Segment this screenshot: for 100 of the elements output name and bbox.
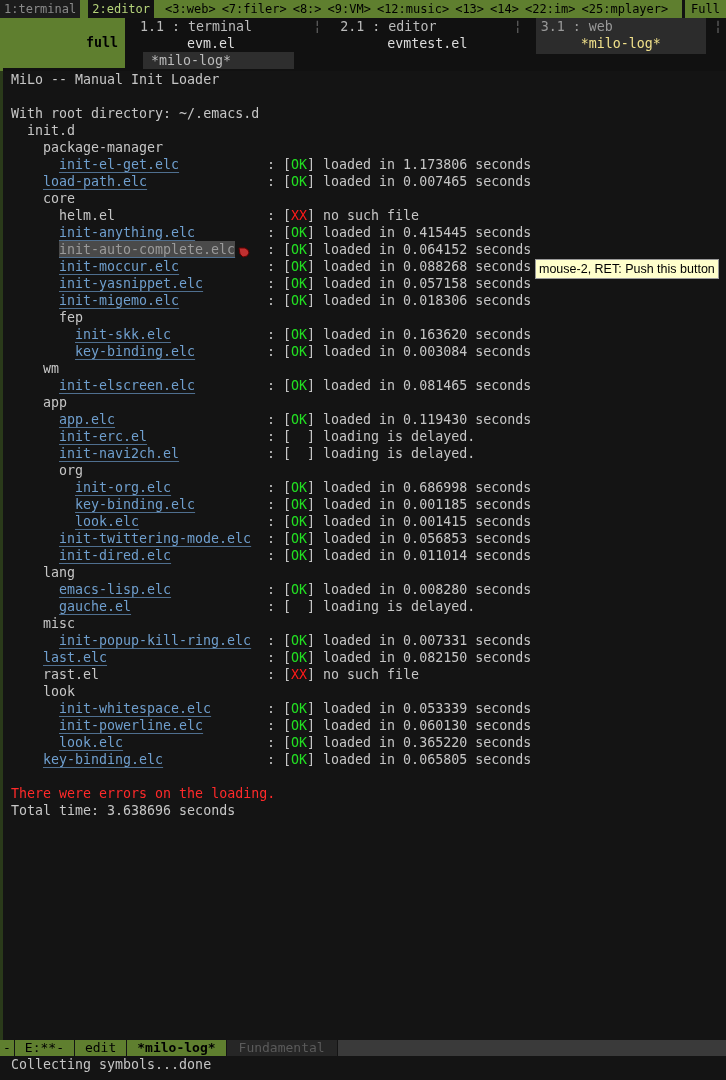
status-text: [OK] (283, 377, 316, 394)
separator-colon: : (267, 581, 275, 598)
status-message: loaded in 0.065805 seconds (323, 751, 532, 768)
file-link[interactable]: emacs-lisp.elc (59, 581, 172, 598)
status-message: loaded in 0.064152 seconds (323, 241, 532, 258)
status-message: loaded in 0.018306 seconds (323, 292, 532, 309)
status-text: [OK] (283, 632, 316, 649)
screen-tab[interactable]: <25:mplayer> (578, 0, 672, 18)
file-name: helm.el (59, 207, 116, 224)
root-directory-text: With root directory: ~/.emacs.d (11, 105, 261, 122)
status-text: [OK] (283, 496, 316, 513)
status-message: loaded in 0.001185 seconds (323, 496, 532, 513)
status-message: no such file (323, 666, 420, 683)
file-link[interactable]: init-yasnippet.elc (59, 275, 204, 292)
file-link[interactable]: init-anything.elc (59, 224, 196, 241)
status-text: [OK] (283, 173, 316, 190)
layout-label: Full (682, 0, 726, 18)
file-link[interactable]: load-path.elc (43, 173, 148, 190)
status-message: loading is delayed. (323, 445, 476, 462)
file-link[interactable]: last.elc (43, 649, 108, 666)
buffer-name[interactable]: evm.el (135, 35, 305, 52)
status-message: loaded in 0.686998 seconds (323, 479, 532, 496)
file-link[interactable]: init-navi2ch.el (59, 445, 180, 462)
separator-colon: : (267, 700, 275, 717)
status-text: [ ] (283, 428, 316, 445)
separator-colon: : (267, 275, 275, 292)
separator-colon: : (267, 530, 275, 547)
status-text: [OK] (283, 513, 316, 530)
screen-tab[interactable]: <7:filer> (218, 0, 290, 18)
directory-name: app (43, 394, 68, 411)
error-message: There were errors on the loading. (11, 785, 277, 802)
buffer-name[interactable]: *milo-log* (143, 52, 294, 69)
file-link[interactable]: look.elc (59, 734, 124, 751)
separator-colon: : (267, 479, 275, 496)
file-link[interactable]: init-migemo.elc (59, 292, 180, 309)
screen-tab[interactable]: <22:im> (522, 0, 579, 18)
status-message: loaded in 0.001415 seconds (323, 513, 532, 530)
screen-tab[interactable]: 2:editor (88, 0, 155, 18)
separator-colon: : (267, 598, 275, 615)
status-text: [OK] (283, 275, 316, 292)
separator-colon: : (267, 207, 275, 224)
status-text: [OK] (283, 751, 316, 768)
pane-separator: ¦ (313, 18, 322, 36)
directory-name: org (59, 462, 84, 479)
directory-name: init.d (27, 122, 76, 139)
status-message: loaded in 1.173806 seconds (323, 156, 532, 173)
file-link[interactable]: init-org.elc (75, 479, 172, 496)
screen-tab[interactable]: <13> (452, 0, 488, 18)
window-pane[interactable]: 2.1 : editor evmtest.el (335, 18, 506, 52)
total-time-text: Total time: 3.638696 seconds (11, 802, 237, 819)
header-text: MiLo -- Manual Init Loader (11, 71, 221, 88)
status-text: [OK] (283, 717, 316, 734)
screen-tab[interactable]: <14> (487, 0, 522, 18)
file-link[interactable]: init-moccur.elc (59, 258, 180, 275)
file-link[interactable]: init-elscreen.elc (59, 377, 196, 394)
separator-colon: : (267, 632, 275, 649)
screen-tab[interactable]: <3:web> (162, 0, 219, 18)
file-link[interactable]: init-el-get.elc (59, 156, 180, 173)
status-text: [OK] (283, 411, 316, 428)
status-message: loaded in 0.056853 seconds (323, 530, 532, 547)
screen-tab[interactable]: <9:VM> (324, 0, 374, 18)
mode-line-segment: E:**- (14, 1040, 75, 1056)
separator-colon: : (267, 241, 275, 258)
file-link[interactable]: init-erc.el (59, 428, 148, 445)
separator-colon: : (267, 547, 275, 564)
status-message: loading is delayed. (323, 428, 476, 445)
file-link[interactable]: key-binding.elc (43, 751, 164, 768)
window-pane[interactable]: 1.1 : terminal evm.el *milo-log* (135, 18, 305, 69)
screen-tab[interactable]: 1:terminal (0, 0, 81, 18)
file-link[interactable]: key-binding.elc (75, 496, 196, 513)
file-link[interactable]: look.elc (75, 513, 140, 530)
separator-colon: : (267, 717, 275, 734)
separator-colon: : (267, 343, 275, 360)
status-message: loaded in 0.163620 seconds (323, 326, 532, 343)
directory-name: fep (59, 309, 84, 326)
buffer-name[interactable]: *milo-log* (535, 35, 706, 52)
status-text: [OK] (283, 581, 316, 598)
buffer-name[interactable]: evmtest.el (335, 35, 506, 52)
file-link[interactable]: init-whitespace.elc (59, 700, 212, 717)
status-message: loaded in 0.088268 seconds (323, 258, 532, 275)
file-link[interactable]: init-twittering-mode.elc (59, 530, 252, 547)
screen-tab[interactable]: <12:music> (373, 0, 453, 18)
separator-colon: : (267, 292, 275, 309)
file-link[interactable]: key-binding.elc (75, 343, 196, 360)
status-message: loaded in 0.082150 seconds (323, 649, 532, 666)
file-link[interactable]: init-dired.elc (59, 547, 172, 564)
file-link[interactable]: app.elc (59, 411, 116, 428)
screen-tab[interactable]: <8:> (289, 0, 325, 18)
mode-line-segment: edit (74, 1040, 128, 1056)
status-text: [OK] (283, 224, 316, 241)
separator-colon: : (267, 649, 275, 666)
status-message: loading is delayed. (323, 598, 476, 615)
status-message: loaded in 0.003084 seconds (323, 343, 532, 360)
file-link[interactable]: init-powerline.elc (59, 717, 204, 734)
directory-name: core (43, 190, 76, 207)
file-link[interactable]: init-popup-kill-ring.elc (59, 632, 252, 649)
window-pane[interactable]: 3.1 : web *milo-log* (535, 18, 706, 54)
file-link[interactable]: gauche.el (59, 598, 132, 615)
file-link[interactable]: init-skk.elc (75, 326, 172, 343)
status-text: [XX] (283, 207, 316, 224)
